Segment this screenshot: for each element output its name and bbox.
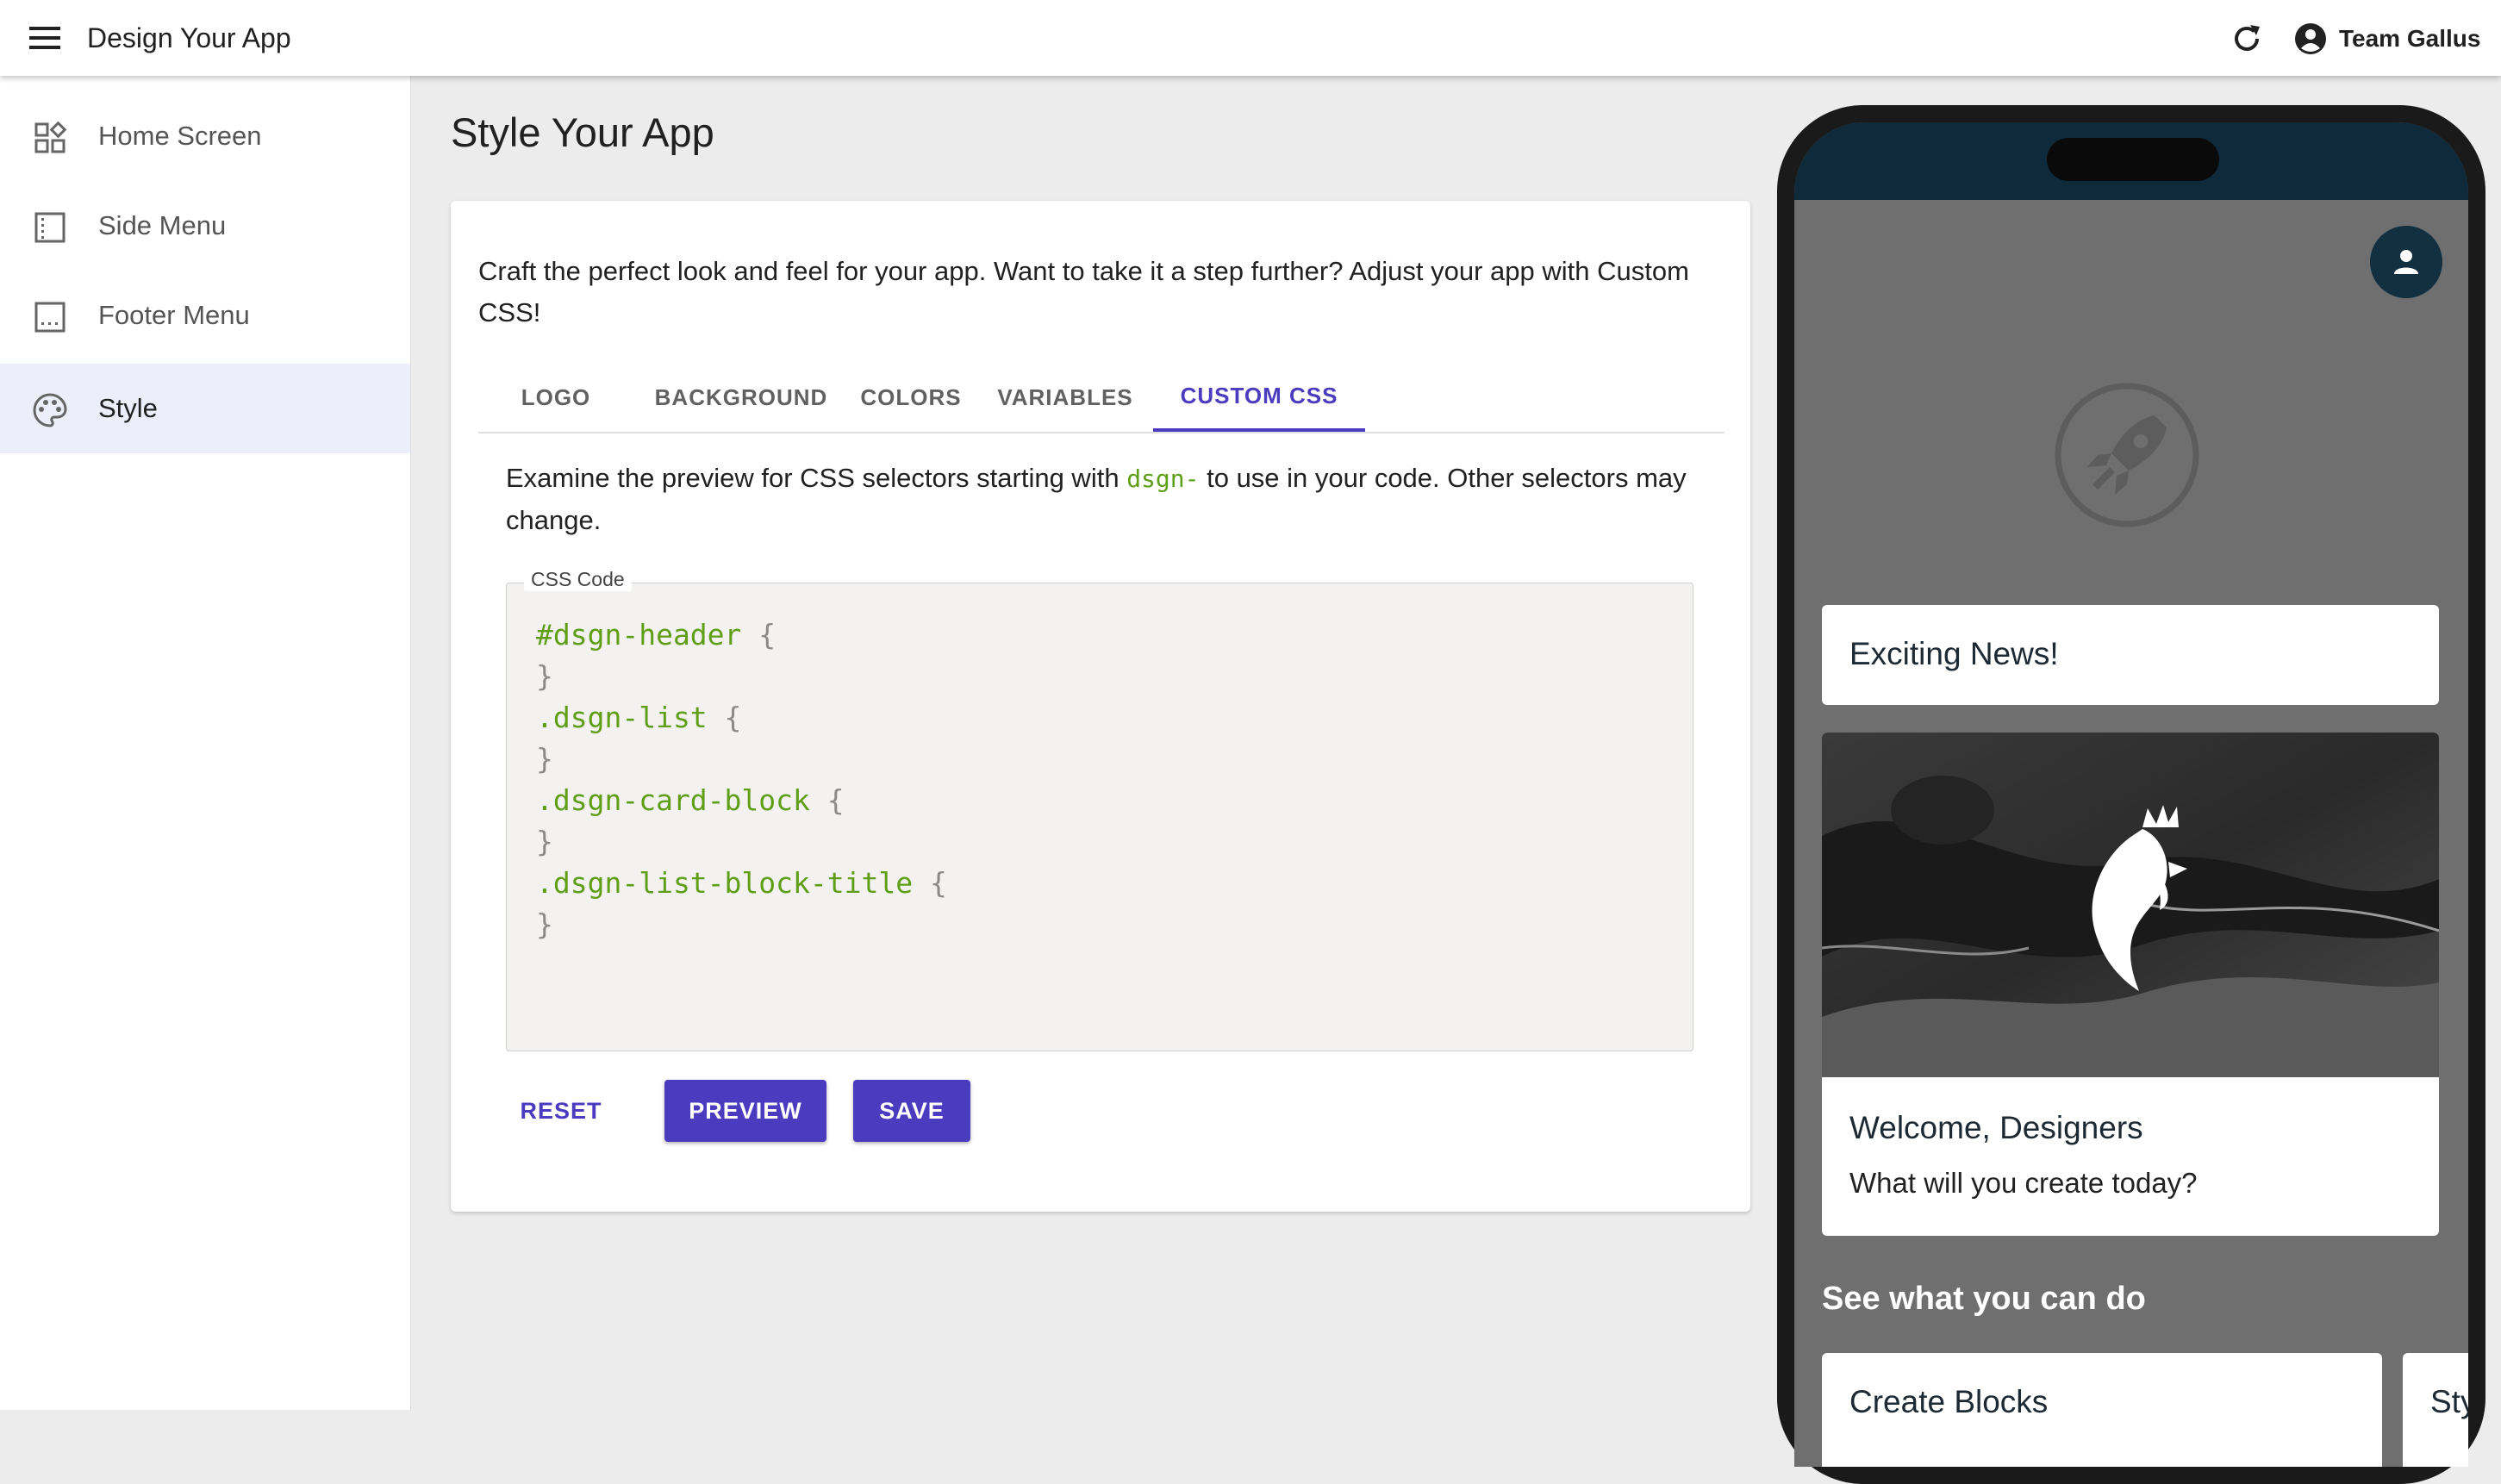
app-header: [1794, 122, 2468, 200]
welcome-subtitle: What will you create today?: [1849, 1167, 2198, 1199]
css-brace: }: [536, 825, 553, 858]
code-line: #dsgn-header {: [536, 614, 947, 656]
selector-hint: Examine the preview for CSS selectors st…: [506, 458, 1712, 541]
account-name: Team Gallus: [2339, 25, 2481, 52]
css-selector: .dsgn-card-block: [536, 783, 810, 817]
profile-button[interactable]: [2370, 226, 2442, 298]
person-icon: [2394, 250, 2418, 274]
sidebar-item-label: Footer Menu: [98, 300, 250, 330]
tab-background[interactable]: BACKGROUND: [647, 363, 835, 432]
tab-custom-css[interactable]: CUSTOM CSS: [1153, 363, 1365, 432]
page-title: Style Your App: [451, 109, 714, 155]
css-selector: #dsgn-header: [536, 618, 742, 652]
news-title: Exciting News!: [1849, 636, 2059, 671]
preview-button[interactable]: PREVIEW: [664, 1080, 826, 1142]
footer-menu-icon: [31, 298, 69, 336]
css-brace: {: [913, 866, 947, 900]
css-brace: {: [809, 783, 845, 817]
refresh-button[interactable]: [2225, 17, 2268, 60]
menu-icon: [29, 27, 60, 49]
sidebar: Home Screen Side Menu Footer Menu Style: [0, 76, 411, 1410]
account-menu[interactable]: Team Gallus: [2294, 17, 2480, 60]
hint-code: dsgn-: [1126, 465, 1200, 493]
css-code-editor[interactable]: CSS Code #dsgn-header { } .dsgn-list { }…: [506, 568, 1693, 1051]
css-code-label: CSS Code: [524, 568, 632, 591]
phone-preview: Exciting News! Welcome, Designers What w…: [1777, 105, 2485, 1484]
css-code-content: #dsgn-header { } .dsgn-list { } .dsgn-ca…: [536, 614, 947, 945]
account-circle-icon: [2295, 23, 2326, 54]
news-card[interactable]: Exciting News!: [1822, 605, 2439, 705]
dashboard-customize-icon: [31, 119, 69, 157]
phone-screen: Exciting News! Welcome, Designers What w…: [1794, 122, 2468, 1467]
block-title: Create Blocks: [1849, 1384, 2049, 1419]
css-selector: .dsgn-list: [536, 701, 708, 734]
section-title: See what you can do: [1822, 1281, 2146, 1317]
palette-icon: [31, 391, 69, 429]
refresh-icon: [2235, 25, 2260, 51]
css-selector: .dsgn-list-block-title: [536, 866, 914, 900]
menu-button[interactable]: [21, 19, 69, 57]
sidebar-item-home-screen[interactable]: Home Screen: [0, 91, 410, 181]
hint-text: Examine the preview for CSS selectors st…: [506, 463, 1127, 493]
app-title: Design Your App: [87, 22, 291, 53]
sidebar-item-style[interactable]: Style: [0, 364, 410, 453]
sidebar-item-footer-menu[interactable]: Footer Menu: [0, 271, 410, 360]
app-bar: Design Your App Team Gallus: [0, 0, 2501, 76]
sidebar-item-label: Side Menu: [98, 210, 227, 240]
sidebar-item-side-menu[interactable]: Side Menu: [0, 181, 410, 271]
rooster-image: [1822, 733, 2439, 1077]
block-title: Sty: [2430, 1384, 2468, 1419]
css-brace: {: [741, 618, 776, 652]
tab-logo[interactable]: LOGO: [478, 363, 633, 432]
phone-notch: [2047, 138, 2219, 181]
css-brace: {: [707, 701, 742, 734]
reset-button[interactable]: RESET: [506, 1080, 616, 1142]
intro-text: Craft the perfect look and feel for your…: [478, 256, 1689, 327]
sidebar-item-label: Home Screen: [98, 121, 262, 151]
css-brace: }: [536, 907, 553, 941]
block-card[interactable]: Sty: [2403, 1353, 2468, 1467]
block-card[interactable]: Create Blocks: [1822, 1353, 2382, 1467]
welcome-title: Welcome, Designers: [1849, 1110, 2143, 1145]
code-line: .dsgn-list-block-title {: [536, 863, 947, 904]
sidebar-item-label: Style: [98, 393, 158, 423]
rocket-logo-icon: [2055, 383, 2199, 527]
code-line: .dsgn-card-block {: [536, 780, 947, 821]
style-card: Craft the perfect look and feel for your…: [451, 201, 1750, 1212]
side-menu-icon: [31, 209, 69, 246]
tab-colors[interactable]: COLORS: [842, 363, 980, 432]
style-tabs: LOGO BACKGROUND COLORS VARIABLES CUSTOM …: [478, 363, 1725, 433]
tab-variables[interactable]: VARIABLES: [987, 363, 1144, 432]
css-brace: }: [536, 742, 553, 776]
css-brace: }: [536, 659, 553, 693]
save-button[interactable]: SAVE: [853, 1080, 970, 1142]
welcome-card[interactable]: Welcome, Designers What will you create …: [1822, 733, 2439, 1236]
code-line: .dsgn-list {: [536, 697, 947, 739]
